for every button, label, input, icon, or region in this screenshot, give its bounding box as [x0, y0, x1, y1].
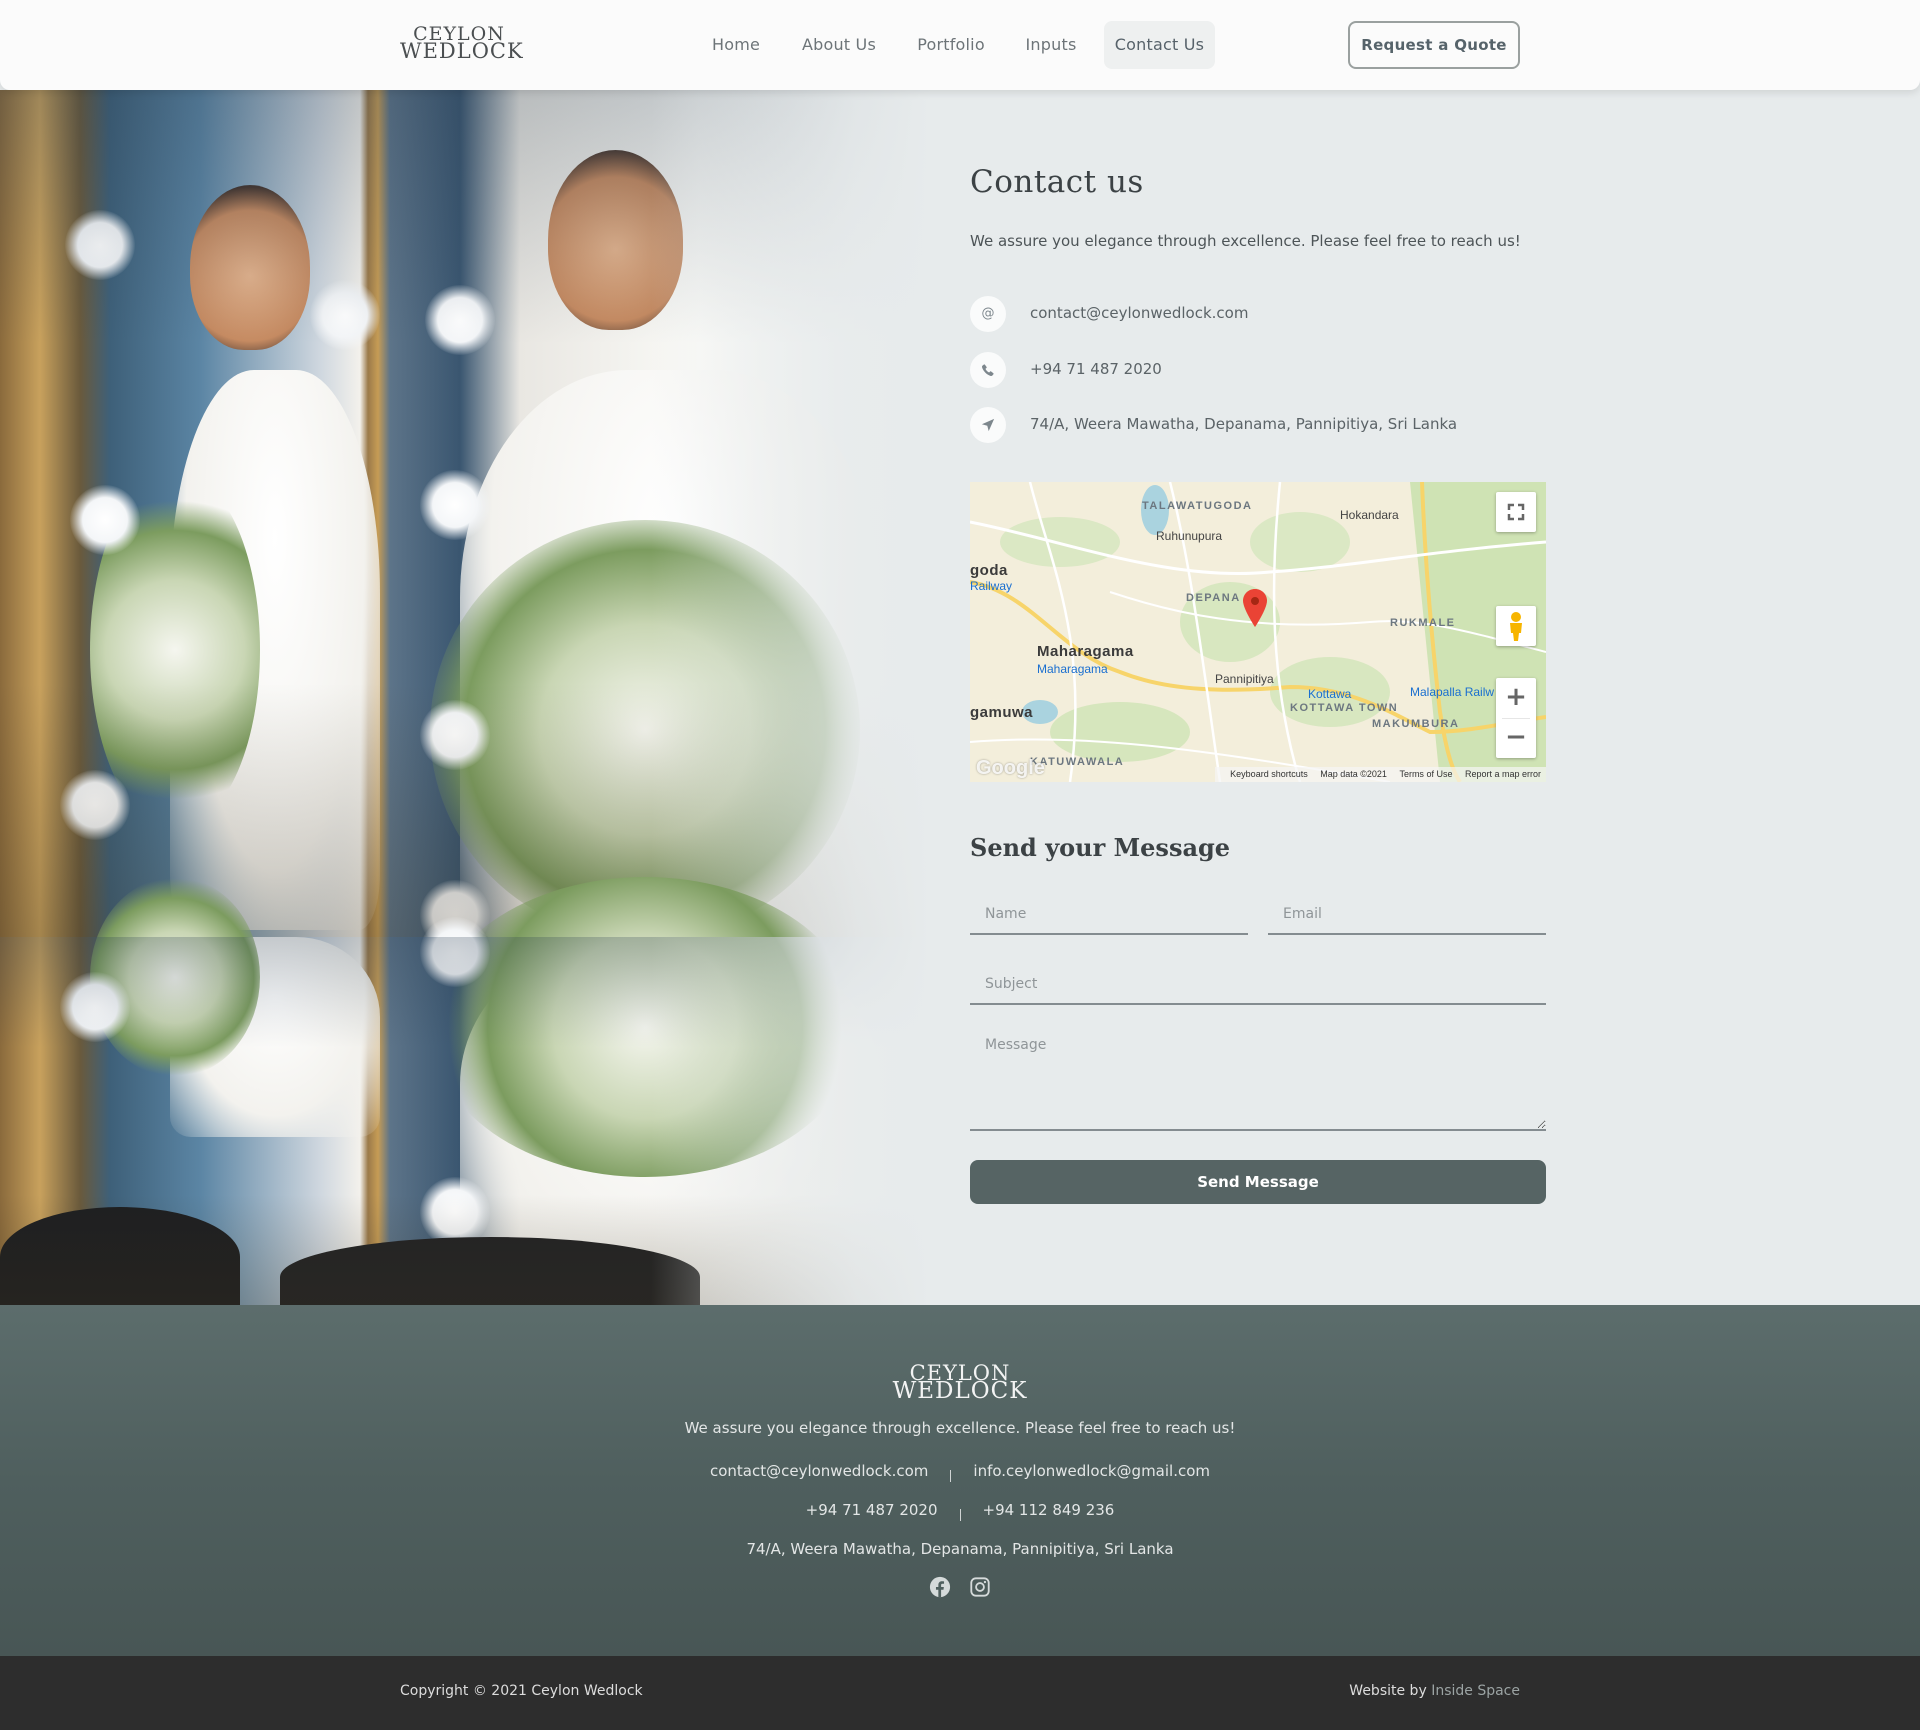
- map-data-text: Map data ©2021: [1320, 769, 1387, 779]
- map-label-hokandara: Hokandara: [1340, 508, 1399, 522]
- divider: [959, 1509, 961, 1521]
- footer-emails: contact@ceylonwedlock.com info.ceylonwedl…: [0, 1462, 1920, 1482]
- footer-email-secondary[interactable]: info.ceylonwedlock@gmail.com: [973, 1462, 1210, 1480]
- credit-prefix: Website by: [1349, 1683, 1432, 1699]
- instagram-icon: [970, 1577, 990, 1597]
- map-label-pannipitiya: Pannipitiya: [1215, 672, 1274, 686]
- footer-logo-line-2: WEDLOCK: [892, 1378, 1028, 1404]
- map-attribution: Keyboard shortcuts Map data ©2021 Terms …: [1215, 767, 1546, 782]
- map-label-makumbura: MAKUMBURA: [1372, 718, 1460, 730]
- map-zoom-in-button[interactable]: +: [1496, 678, 1536, 718]
- contact-email-link[interactable]: contact@ceylonwedlock.com: [1030, 304, 1248, 322]
- footer-phones: +94 71 487 2020 +94 112 849 236: [0, 1501, 1920, 1521]
- logo-line-2: WEDLOCK: [400, 39, 524, 63]
- contact-phone-link[interactable]: +94 71 487 2020: [1030, 360, 1162, 378]
- site-header: CEYLON WEDLOCK Home About Us Portfolio I…: [0, 0, 1920, 90]
- facebook-link[interactable]: [929, 1576, 951, 1598]
- map-keyboard-shortcuts-link[interactable]: Keyboard shortcuts: [1230, 769, 1308, 779]
- map-label-gamuwa: gamuwa: [970, 704, 1034, 721]
- divider: [950, 1470, 952, 1482]
- contact-tagline: We assure you elegance through excellenc…: [970, 232, 1521, 250]
- message-textarea[interactable]: [970, 1027, 1546, 1131]
- footer-logo[interactable]: CEYLON WEDLOCK: [0, 1363, 1920, 1404]
- google-logo[interactable]: Google: [976, 757, 1045, 780]
- map-label-maharagama: Maharagama: [1037, 643, 1134, 660]
- map-label-depanama: DEPANA: [1186, 592, 1241, 604]
- map-zoom-out-button[interactable]: −: [1496, 718, 1536, 758]
- map-label-malapalla: Malapalla Railw: [1410, 685, 1495, 699]
- form-title: Send your Message: [970, 833, 1231, 862]
- copyright-text: Copyright © 2021 Ceylon Wedlock: [400, 1683, 643, 1699]
- pegman-icon: [1510, 612, 1522, 641]
- map-label-goda: goda: [970, 562, 1008, 579]
- map-label-ruhunupura: Ruhunupura: [1156, 529, 1223, 543]
- nav-portfolio[interactable]: Portfolio: [907, 21, 995, 69]
- facebook-icon: [929, 1576, 951, 1598]
- google-map[interactable]: TALAWATUGODA Hokandara Ruhunupura goda R…: [970, 482, 1546, 782]
- at-icon: @: [970, 296, 1006, 332]
- map-label-maharagama-station: Maharagama: [1037, 662, 1108, 676]
- name-input[interactable]: [970, 895, 1248, 935]
- map-terms-link[interactable]: Terms of Use: [1399, 769, 1452, 779]
- map-label-talawatugoda: TALAWATUGODA: [1142, 500, 1253, 512]
- footer-phone-primary[interactable]: +94 71 487 2020: [806, 1501, 938, 1519]
- fullscreen-icon: [1507, 503, 1525, 521]
- phone-icon: [970, 352, 1006, 388]
- map-street-view-pegman[interactable]: [1496, 606, 1536, 646]
- map-label-railway: Railway: [970, 579, 1013, 593]
- map-zoom-controls: + −: [1496, 678, 1536, 758]
- location-arrow-icon: [970, 407, 1006, 443]
- credit-text: Website by Inside Space: [1349, 1683, 1520, 1699]
- request-quote-button[interactable]: Request a Quote: [1348, 21, 1520, 69]
- bottom-bar: Copyright © 2021 Ceylon Wedlock Website …: [0, 1656, 1920, 1730]
- footer-tagline: We assure you elegance through excellenc…: [684, 1419, 1236, 1437]
- instagram-link[interactable]: [969, 1576, 991, 1598]
- footer-address: 74/A, Weera Mawatha, Depanama, Pannipiti…: [746, 1540, 1174, 1558]
- nav-inputs[interactable]: Inputs: [1016, 21, 1086, 69]
- nav-home[interactable]: Home: [705, 21, 767, 69]
- map-fullscreen-button[interactable]: [1496, 492, 1536, 532]
- subject-input[interactable]: [970, 965, 1546, 1005]
- contact-address-text: 74/A, Weera Mawatha, Depanama, Pannipiti…: [1030, 415, 1458, 433]
- map-label-kottawa-town: KOTTAWA TOWN: [1290, 702, 1399, 714]
- send-message-button[interactable]: Send Message: [970, 1160, 1546, 1204]
- contact-title: Contact us: [970, 164, 1144, 200]
- hero-photo: [0, 90, 930, 1305]
- footer-email-primary[interactable]: contact@ceylonwedlock.com: [710, 1462, 928, 1480]
- map-roads: [970, 482, 1546, 782]
- hero-photo-lower: [0, 877, 930, 1305]
- email-input[interactable]: [1268, 895, 1546, 935]
- map-pin-icon[interactable]: [1243, 589, 1267, 627]
- nav-about-us[interactable]: About Us: [793, 21, 885, 69]
- site-footer: CEYLON WEDLOCK We assure you elegance th…: [0, 1305, 1920, 1656]
- map-report-error-link[interactable]: Report a map error: [1465, 769, 1541, 779]
- site-logo[interactable]: CEYLON WEDLOCK: [400, 25, 524, 63]
- map-label-rukmale: RUKMALE: [1390, 617, 1456, 629]
- credit-link[interactable]: Inside Space: [1431, 1683, 1520, 1699]
- nav-contact-us[interactable]: Contact Us: [1104, 21, 1215, 69]
- map-label-kottawa: Kottawa: [1308, 687, 1352, 701]
- footer-phone-secondary[interactable]: +94 112 849 236: [983, 1501, 1115, 1519]
- hero-photo-upper: [0, 90, 930, 950]
